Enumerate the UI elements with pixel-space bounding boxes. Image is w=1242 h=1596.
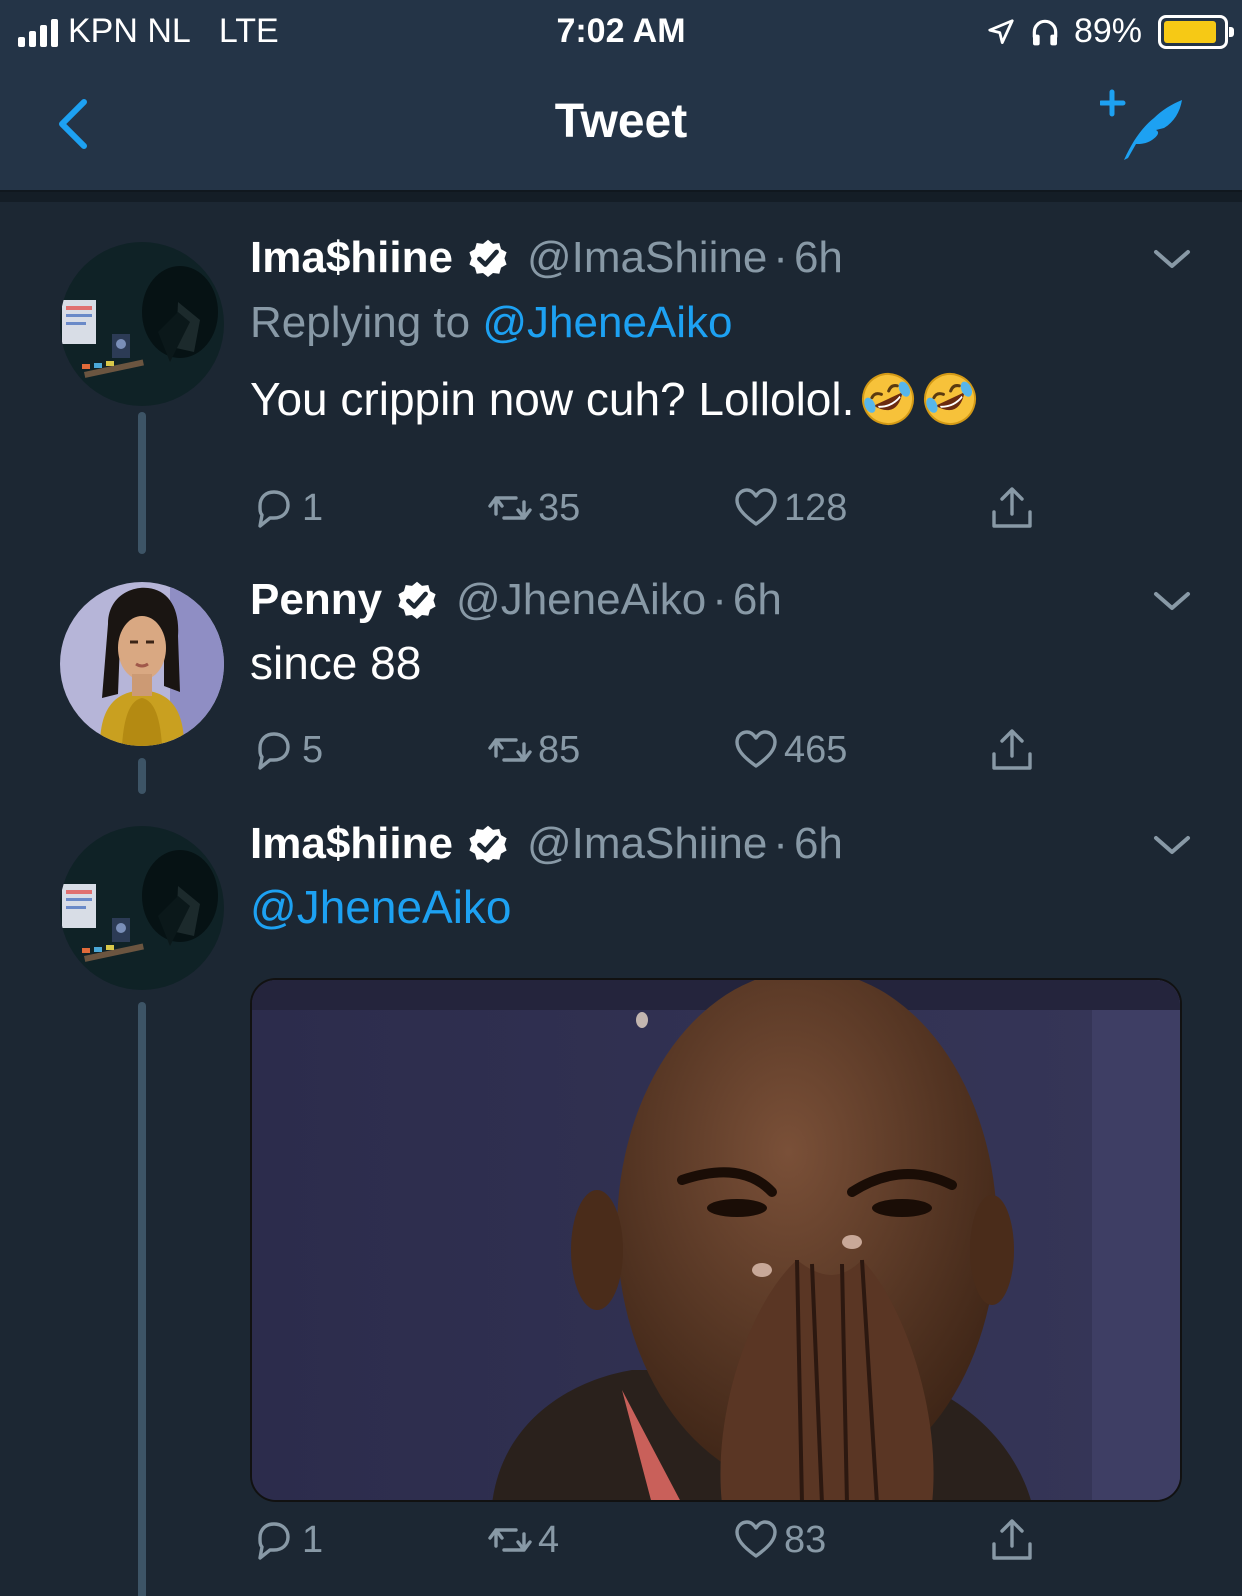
avatar[interactable] bbox=[60, 826, 224, 990]
retweet-icon bbox=[488, 1528, 532, 1552]
handle[interactable]: @JheneAiko bbox=[456, 575, 706, 625]
tweet-content: Penny @JheneAiko · 6h since 88 bbox=[250, 572, 1172, 694]
nav-bar: Tweet bbox=[0, 64, 1242, 192]
heart-icon bbox=[735, 488, 777, 526]
like-button[interactable]: 128 bbox=[732, 480, 847, 536]
timestamp: 6h bbox=[793, 819, 843, 868]
battery-icon bbox=[1158, 14, 1234, 49]
share-button[interactable] bbox=[988, 1512, 1036, 1568]
reply-count: 5 bbox=[302, 728, 324, 771]
tweet-body: since 88 bbox=[250, 637, 422, 689]
handle[interactable]: @ImaShiine bbox=[527, 819, 767, 869]
retweet-count: 85 bbox=[538, 728, 581, 771]
status-right: 89% bbox=[986, 12, 1234, 51]
mention-link[interactable]: @JheneAiko bbox=[250, 876, 512, 938]
timestamp: 6h bbox=[793, 233, 843, 282]
retweet-button[interactable]: 4 bbox=[486, 1512, 559, 1568]
tweet-content: Ima$hiine @ImaShiine · 6h Replying to @J… bbox=[250, 230, 1172, 430]
display-name[interactable]: Penny bbox=[250, 575, 382, 625]
tweet-content: Ima$hiine @ImaShiine · 6h @JheneAiko bbox=[250, 816, 1172, 938]
reply-button[interactable]: 1 bbox=[250, 480, 323, 536]
chevron-down-icon[interactable] bbox=[1152, 586, 1192, 616]
tweet-photo[interactable] bbox=[250, 978, 1182, 1502]
reply-count: 1 bbox=[302, 486, 324, 529]
headphones-icon bbox=[1032, 19, 1058, 45]
battery-percent: 89% bbox=[1073, 12, 1142, 50]
thread-line bbox=[138, 412, 146, 554]
tweet-actions: 1 35 128 bbox=[250, 480, 1050, 540]
like-button[interactable]: 465 bbox=[732, 722, 847, 778]
tweet-header: Ima$hiine @ImaShiine · 6h bbox=[250, 816, 1172, 872]
tweet-text: @JheneAiko bbox=[250, 876, 1172, 938]
avatar[interactable] bbox=[60, 242, 224, 406]
share-button[interactable] bbox=[988, 480, 1036, 536]
section-divider bbox=[0, 192, 1242, 202]
like-count: 128 bbox=[784, 486, 848, 529]
retweet-count: 35 bbox=[538, 486, 581, 529]
display-name[interactable]: Ima$hiine bbox=[250, 233, 453, 283]
reply-button[interactable]: 5 bbox=[250, 722, 323, 778]
page-title: Tweet bbox=[554, 95, 688, 148]
thread-line bbox=[138, 1002, 146, 1596]
compose-tweet-icon[interactable] bbox=[1100, 88, 1190, 168]
heart-icon bbox=[735, 1520, 777, 1558]
display-name[interactable]: Ima$hiine bbox=[250, 819, 453, 869]
handle[interactable]: @ImaShiine bbox=[527, 233, 767, 283]
separator: · bbox=[773, 233, 788, 282]
avatar[interactable] bbox=[60, 582, 224, 746]
separator: · bbox=[773, 819, 788, 868]
tweet-text: You crippin now cuh? Lollolol. bbox=[250, 368, 1172, 430]
location-arrow-icon bbox=[988, 18, 1014, 44]
share-icon bbox=[992, 729, 1032, 770]
tweet-text: since 88 bbox=[250, 632, 1172, 694]
replying-to-label: Replying to bbox=[250, 298, 471, 347]
verified-badge-icon bbox=[398, 581, 436, 619]
reply-icon bbox=[258, 490, 290, 528]
timestamp: 6h bbox=[732, 575, 782, 624]
rolling-on-floor-laughing-emoji-icon bbox=[862, 373, 915, 425]
retweet-count: 4 bbox=[538, 1518, 560, 1561]
like-button[interactable]: 83 bbox=[732, 1512, 826, 1568]
share-button[interactable] bbox=[988, 722, 1036, 778]
like-count: 83 bbox=[784, 1518, 827, 1561]
separator: · bbox=[712, 575, 727, 624]
retweet-button[interactable]: 35 bbox=[486, 480, 580, 536]
retweet-button[interactable]: 85 bbox=[486, 722, 580, 778]
rolling-on-floor-laughing-emoji-icon bbox=[924, 373, 977, 425]
tweet-header: Penny @JheneAiko · 6h bbox=[250, 572, 1172, 628]
tweet-actions: 5 85 465 bbox=[250, 722, 1050, 782]
retweet-icon bbox=[488, 496, 532, 520]
chevron-down-icon[interactable] bbox=[1152, 830, 1192, 860]
tweet-actions: 1 4 83 bbox=[250, 1512, 1050, 1572]
retweet-icon bbox=[488, 738, 532, 762]
chevron-down-icon[interactable] bbox=[1152, 244, 1192, 274]
reply-icon bbox=[258, 1522, 290, 1560]
battery-level bbox=[1164, 20, 1216, 43]
heart-icon bbox=[735, 730, 777, 768]
share-icon bbox=[992, 487, 1032, 528]
like-count: 465 bbox=[784, 728, 848, 771]
verified-badge-icon bbox=[469, 825, 507, 863]
reply-count: 1 bbox=[302, 1518, 324, 1561]
tweet-body: You crippin now cuh? Lollolol. bbox=[250, 373, 855, 425]
reply-button[interactable]: 1 bbox=[250, 1512, 323, 1568]
verified-badge-icon bbox=[469, 239, 507, 277]
replying-to: Replying to @JheneAiko bbox=[250, 298, 1172, 354]
status-bar: KPN NL LTE 7:02 AM 89% bbox=[0, 0, 1242, 64]
share-icon bbox=[992, 1519, 1032, 1560]
replying-to-mention[interactable]: @JheneAiko bbox=[482, 298, 732, 347]
tweet-header: Ima$hiine @ImaShiine · 6h bbox=[250, 230, 1172, 286]
reply-icon bbox=[258, 732, 290, 770]
thread-line bbox=[138, 758, 146, 794]
